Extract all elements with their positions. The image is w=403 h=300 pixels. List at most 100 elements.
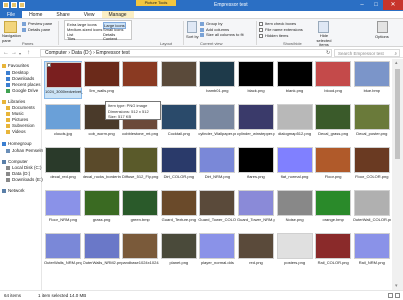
nav-item[interactable]: Google Drive [6, 88, 38, 93]
hide-selected-button[interactable]: Hide selected items [312, 33, 336, 48]
sort-by-button[interactable]: Sort by [186, 34, 199, 39]
tab-file[interactable]: File [0, 11, 23, 18]
tab-share[interactable]: Share [49, 11, 76, 18]
scroll-down-icon[interactable]: ▾ [395, 283, 398, 289]
nav-item[interactable]: Pictures [6, 117, 28, 122]
file-tile[interactable]: OuterWalls_NRM2.png [83, 233, 121, 271]
file-tile[interactable]: blue.bmp [353, 61, 391, 99]
item-check-boxes-toggle[interactable]: Item check boxes [259, 21, 296, 26]
scrollbar-thumb[interactable] [395, 69, 400, 159]
details-pane-button[interactable]: Details pane [22, 27, 50, 32]
nav-item[interactable]: Libraries [2, 99, 25, 104]
preview-pane-button[interactable]: Preview pane [22, 21, 52, 26]
nav-item[interactable]: Local Disk (C:) [6, 165, 42, 170]
file-tile[interactable] [160, 61, 198, 99]
search-input[interactable]: Search Empressor test ⌕ [334, 49, 400, 57]
file-tile[interactable]: Guard_Tower_COLOR.png [198, 190, 236, 228]
file-tile[interactable]: flat_normal.png [276, 147, 314, 185]
nav-item[interactable]: Subversion [6, 123, 35, 128]
file-tile[interactable]: decal_rocks_bordering.png [83, 147, 121, 185]
nav-item[interactable]: Homegroup [2, 141, 32, 146]
file-tile[interactable]: red.png [237, 233, 275, 271]
nav-item[interactable]: Desktop [6, 70, 29, 75]
nav-item[interactable]: Computer [2, 159, 28, 164]
scroll-up-icon[interactable]: ▴ [395, 60, 398, 66]
folder-icon[interactable] [3, 2, 9, 8]
nav-item[interactable]: Favourites [2, 63, 29, 68]
up-arrow-icon[interactable]: ↑ [27, 50, 30, 56]
forward-arrow-icon[interactable]: → [11, 50, 17, 56]
tab-view[interactable]: View [77, 11, 102, 18]
navigation-pane-button[interactable]: Navigation pane [2, 33, 21, 43]
new-folder-icon[interactable] [19, 2, 25, 8]
file-tile[interactable]: bamb01.png [198, 61, 236, 99]
file-tile[interactable]: flares.png [237, 147, 275, 185]
file-tile[interactable]: orange.bmp [314, 190, 352, 228]
tab-home[interactable]: Home [22, 11, 49, 18]
file-tile[interactable]: Dirt_NRM.png [198, 147, 236, 185]
file-tile[interactable]: grass.png [83, 190, 121, 228]
layout-option[interactable]: Tiles [67, 36, 75, 41]
file-tile[interactable]: Cocktail.png [160, 104, 198, 142]
file-tile[interactable]: cylinder_Wallpaper.png [198, 104, 236, 142]
minimize-button[interactable]: – [355, 0, 369, 10]
breadcrumb-data[interactable]: Data (D:) [71, 50, 91, 56]
file-tile[interactable]: dialogmap512.png [276, 104, 314, 142]
select-checkbox[interactable] [47, 63, 51, 67]
file-tile[interactable]: blood.png [314, 61, 352, 99]
breadcrumb-computer[interactable]: Computer [45, 50, 67, 56]
address-bar[interactable]: Computer › Data (D:) › Empressor test [40, 49, 332, 57]
file-extensions-toggle[interactable]: File name extensions [259, 27, 303, 32]
file-tile[interactable]: Floor_NRM.png [44, 190, 82, 228]
large-icons-view-icon[interactable] [395, 293, 400, 298]
file-tile[interactable]: blank.png [276, 61, 314, 99]
file-tile[interactable]: Floor_COLOR.png [353, 147, 391, 185]
file-tile[interactable]: cylinder_winstepper.png [237, 104, 275, 142]
file-tile[interactable]: green.bmp [121, 190, 159, 228]
file-tile[interactable]: player_normal.dds [198, 233, 236, 271]
file-tile[interactable]: Rail_COLOR.png [314, 233, 352, 271]
nav-item[interactable]: Downloads (E:) [6, 177, 43, 182]
file-tile[interactable]: pandbase1024x1024.png [121, 233, 159, 271]
back-arrow-icon[interactable]: ← [3, 50, 9, 56]
tab-manage[interactable]: Manage [101, 11, 134, 18]
close-button[interactable]: ✕ [383, 0, 403, 10]
file-tile[interactable]: black.png [237, 61, 275, 99]
nav-item[interactable]: Videos [6, 129, 26, 134]
file-tile[interactable]: Guard_Texture.png [160, 190, 198, 228]
vertical-scrollbar[interactable]: ▴ ▾ [392, 59, 403, 290]
file-tile[interactable]: Guard_Tower_NRM.png [237, 190, 275, 228]
file-tile[interactable]: Diffuse_512_Fly.png [121, 147, 159, 185]
hidden-items-toggle[interactable]: Hidden items [259, 33, 288, 38]
properties-icon[interactable] [11, 2, 17, 8]
size-columns-button[interactable]: Size all columns to fit [200, 32, 254, 37]
file-tile[interactable]: posters.png [276, 233, 314, 271]
nav-item[interactable]: Recent places [6, 82, 41, 87]
layout-option[interactable]: Content [103, 36, 117, 41]
options-button[interactable]: Options [375, 34, 389, 39]
file-tile[interactable]: Dirt_COLOR.png [160, 147, 198, 185]
nav-item[interactable]: Downloads [6, 76, 34, 81]
file-tile[interactable]: Floor.png [314, 147, 352, 185]
file-tile[interactable] [121, 61, 159, 99]
file-tile[interactable]: 1024_3000redvelvet_diffuse.png [44, 61, 83, 99]
nav-item[interactable]: Documents [6, 105, 35, 110]
file-tile[interactable]: OuterWall_COLOR.png [353, 190, 391, 228]
maximize-button[interactable]: □ [369, 0, 383, 10]
nav-item[interactable]: Data (D:) [6, 171, 30, 176]
file-tile[interactable]: 5rn_walls.png [83, 61, 121, 99]
details-view-icon[interactable] [388, 293, 393, 298]
recent-dropdown-icon[interactable]: ▾ [19, 51, 21, 56]
file-tile[interactable]: decal_red.png [44, 147, 82, 185]
group-by-button[interactable]: Group by [200, 21, 222, 26]
nav-item[interactable]: Network [2, 188, 25, 193]
file-tile[interactable]: Decal_grass.png [314, 104, 352, 142]
refresh-icon[interactable]: ↻ [326, 50, 330, 56]
file-tile[interactable]: clouds.jpg [44, 104, 82, 142]
file-tile[interactable]: Decal_poster.png [353, 104, 391, 142]
breadcrumb-folder[interactable]: Empressor test [96, 50, 130, 56]
file-tile[interactable]: OuterWalls_NRM.png [44, 233, 82, 271]
file-tile[interactable]: planet.png [160, 233, 198, 271]
file-tile[interactable]: Noise.png [276, 190, 314, 228]
nav-item[interactable]: Music [6, 111, 24, 116]
